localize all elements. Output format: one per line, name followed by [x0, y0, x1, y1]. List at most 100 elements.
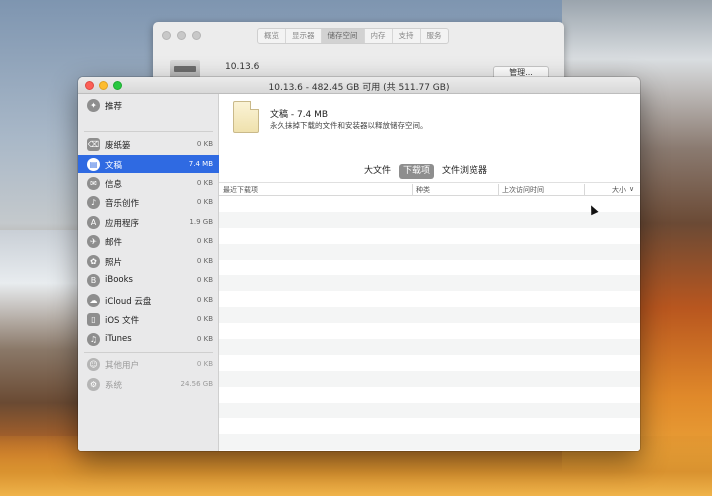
sidebar-item[interactable]: ✈ 邮件 0 KB [78, 232, 219, 250]
sidebar-item-size: 0 KB [196, 315, 213, 323]
window-title: 10.13.6 - 482.45 GB 可用 (共 511.77 GB) [268, 83, 450, 93]
gear-icon: ⚙ [87, 378, 100, 391]
column-header-kind[interactable]: 种类 [416, 185, 430, 195]
sidebar-item-size: 0 KB [196, 276, 213, 284]
category-title: 文稿 - 7.4 MB [270, 110, 329, 120]
storage-management-window: 10.13.6 - 482.45 GB 可用 (共 511.77 GB) ✦ 推荐… [78, 77, 640, 451]
sidebar-item-label: iTunes [105, 334, 132, 344]
trash-icon: ⌫ [87, 138, 100, 151]
sidebar-item-label: iCloud 云盘 [105, 297, 152, 307]
phone-icon: ▯ [87, 313, 100, 326]
table-row[interactable] [219, 228, 640, 244]
downloads-table[interactable] [219, 196, 640, 451]
table-row[interactable] [219, 402, 640, 419]
sort-chevron-icon[interactable]: ∨ [629, 185, 634, 193]
inactive-zoom-button[interactable] [192, 31, 201, 40]
sidebar-item[interactable]: ♫ iTunes 0 KB [78, 330, 219, 348]
about-tab[interactable]: 内存 [365, 29, 393, 43]
table-row[interactable] [219, 243, 640, 260]
sidebar-item-size: 0 KB [196, 335, 213, 343]
column-divider[interactable] [584, 184, 585, 195]
sidebar-item-label: 文稿 [105, 161, 123, 171]
book-icon: B [87, 274, 100, 287]
table-row[interactable] [219, 370, 640, 387]
sidebar-item-label: 推荐 [105, 102, 123, 112]
column-header-last-accessed[interactable]: 上次访问时间 [502, 185, 544, 195]
about-tab[interactable]: 概览 [258, 29, 286, 43]
sidebar-item-size: 1.9 GB [189, 218, 213, 226]
sidebar-item-size: 0 KB [196, 257, 213, 265]
segment-button[interactable]: 文件浏览器 [438, 164, 491, 179]
segment-button[interactable]: 大文件 [360, 164, 395, 179]
sidebar-item-label: 其他用户 [105, 361, 140, 371]
sidebar-item[interactable]: ✿ 照片 0 KB [78, 252, 219, 270]
table-row[interactable] [219, 323, 640, 339]
sidebar-item[interactable]: ⚙ 系统 24.56 GB [78, 375, 219, 393]
sidebar-item-label: 废纸篓 [105, 141, 131, 151]
table-row[interactable] [219, 434, 640, 451]
view-segmented-control: 大文件 下载项 文件浏览器 [360, 164, 491, 179]
column-divider[interactable] [412, 184, 413, 195]
segment-button[interactable]: 下载项 [399, 164, 435, 179]
sidebar-item-size: 7.4 MB [188, 160, 213, 168]
sidebar-item[interactable]: ☁ iCloud 云盘 0 KB [78, 291, 219, 309]
column-header-size[interactable]: 大小 [612, 185, 626, 195]
table-row[interactable] [219, 387, 640, 403]
inactive-window-controls [162, 31, 201, 40]
table-row[interactable] [219, 418, 640, 434]
table-row[interactable] [219, 211, 640, 228]
table-row[interactable] [219, 291, 640, 307]
sidebar-item-size: 0 KB [196, 198, 213, 206]
table-row[interactable] [219, 355, 640, 371]
sidebar-item-size: 0 KB [196, 296, 213, 304]
sidebar-item[interactable]: ✉ 信息 0 KB [78, 174, 219, 192]
sidebar-item[interactable]: ⌫ 废纸篓 0 KB [78, 135, 219, 153]
table-header: 最近下载项 种类 上次访问时间 大小 ∨ [219, 182, 640, 196]
sidebar-item-label: 信息 [105, 180, 123, 190]
sidebar-item-label: 音乐创作 [105, 199, 140, 209]
about-tab[interactable]: 支持 [393, 29, 421, 43]
sidebar-item[interactable]: A 应用程序 1.9 GB [78, 213, 219, 231]
sidebar-item[interactable]: BiBooks 0 KB [78, 271, 219, 289]
sidebar-item-size: 0 KB [196, 360, 213, 368]
about-tab[interactable]: 服务 [421, 29, 448, 43]
sidebar-item-size: 24.56 GB [180, 380, 214, 388]
guitar-icon: ♪ [87, 196, 100, 209]
sidebar-divider [84, 131, 213, 132]
messages-icon: ✉ [87, 177, 100, 190]
table-row[interactable] [219, 275, 640, 292]
sidebar-item[interactable]: ▯ iOS 文件 0 KB [78, 310, 219, 328]
category-description: 永久抹掉下载的文件和安装器以释放储存空间。 [270, 121, 428, 130]
sidebar-item[interactable]: ✦ 推荐 [78, 96, 219, 114]
about-tab[interactable]: 显示器 [286, 29, 322, 43]
sidebar-item-label: iOS 文件 [105, 316, 140, 326]
inactive-close-button[interactable] [162, 31, 171, 40]
sidebar-item-label: 应用程序 [105, 219, 140, 229]
mail-icon: ✈ [87, 235, 100, 248]
content-pane: 文稿 - 7.4 MB 永久抹掉下载的文件和安装器以释放储存空间。 大文件 下载项… [219, 94, 640, 451]
column-header-name[interactable]: 最近下载项 [223, 185, 258, 195]
cloud-icon: ☁ [87, 294, 100, 307]
sidebar-item-size: 0 KB [196, 237, 213, 245]
sidebar-item-size: 0 KB [196, 140, 213, 148]
sidebar-item-label: 照片 [105, 258, 123, 268]
sidebar-item[interactable]: ☺ 其他用户 0 KB [78, 355, 219, 373]
column-divider[interactable] [498, 184, 499, 195]
about-tab[interactable]: 储存空间 [321, 29, 365, 43]
table-row[interactable] [219, 196, 640, 212]
users-icon: ☺ [87, 358, 100, 371]
sidebar: ✦ 推荐 ⌫ 废纸篓 0 KB ▤ 文稿 7.4 MB ✉ 信息 0 KB ♪ 音乐创作 0 KB A 应用程… [78, 94, 219, 451]
about-this-mac-window[interactable]: 概览 显示器 储存空间 内存 支持 服务 10.13.6 管理... [153, 22, 564, 82]
document-icon: ▤ [87, 158, 100, 171]
sidebar-item-size: 0 KB [196, 179, 213, 187]
document-file-icon [233, 101, 259, 133]
sidebar-item[interactable]: ♪ 音乐创作 0 KB [78, 193, 219, 211]
inactive-minimize-button[interactable] [177, 31, 186, 40]
window-titlebar[interactable]: 10.13.6 - 482.45 GB 可用 (共 511.77 GB) [78, 77, 640, 94]
sidebar-item-label: 系统 [105, 381, 123, 391]
table-row[interactable] [219, 339, 640, 355]
sidebar-item[interactable]: ▤ 文稿 7.4 MB [78, 155, 219, 173]
photos-icon: ✿ [87, 255, 100, 268]
table-row[interactable] [219, 307, 640, 324]
table-row[interactable] [219, 260, 640, 276]
